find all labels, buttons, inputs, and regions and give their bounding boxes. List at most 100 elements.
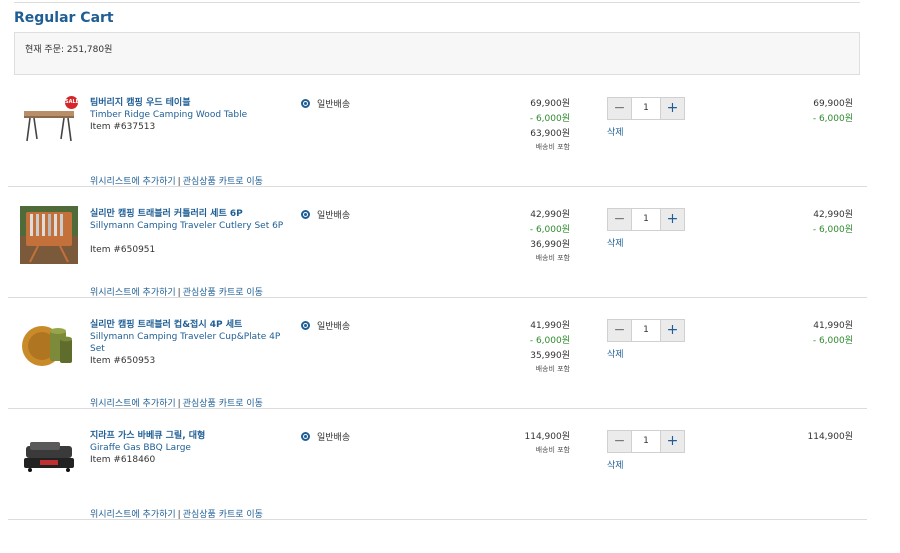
link-separator: | [177, 177, 181, 187]
unit-final-price: 36,990원 [530, 240, 570, 250]
delete-item-link[interactable]: 삭제 [607, 347, 624, 360]
item-number: Item #637513 [90, 122, 156, 132]
product-name-en[interactable]: Sillymann Camping Traveler Cutlery Set 6… [90, 220, 290, 232]
line-total-block: 41,990원 - 6,000원 [813, 319, 853, 349]
decrease-quantity-button[interactable]: − [608, 209, 631, 230]
quantity-value[interactable]: 1 [631, 209, 661, 230]
shipping-included-note: 배송비 포함 [535, 446, 570, 454]
radio-selected-icon[interactable] [301, 432, 310, 441]
unit-discount: - 6,000원 [529, 114, 570, 124]
sale-badge-icon: SALE [65, 96, 79, 109]
unit-price-block: 69,900원 - 6,000원 63,900원배송비 포함 [530, 97, 570, 153]
cart-item: 실리만 캠핑 트래블러 컵&접시 4P 세트 Sillymann Camping … [8, 298, 867, 409]
shipping-included-note: 배송비 포함 [535, 365, 570, 373]
unit-price: 114,900원 [524, 432, 571, 442]
product-image-cutlery[interactable] [20, 206, 78, 264]
quantity-value[interactable]: 1 [631, 320, 661, 341]
quantity-stepper[interactable]: −1 + [607, 319, 685, 342]
item-links: 위시리스트에 추가하기 | 관심상품 카트로 이동 [90, 507, 263, 520]
decrease-quantity-button[interactable]: − [608, 431, 631, 452]
item-links: 위시리스트에 추가하기 | 관심상품 카트로 이동 [90, 396, 263, 409]
decrease-quantity-button[interactable]: − [608, 320, 631, 341]
quantity-value[interactable]: 1 [631, 98, 661, 119]
shipping-option[interactable]: 일반배송 [301, 430, 350, 443]
unit-final-price: 35,990원 [530, 351, 570, 361]
move-to-saved-cart-link[interactable]: 관심상품 카트로 이동 [183, 288, 263, 298]
move-to-saved-cart-link[interactable]: 관심상품 카트로 이동 [183, 510, 263, 520]
shipping-included-note: 배송비 포함 [535, 254, 570, 262]
line-total-block: 42,990원 - 6,000원 [813, 208, 853, 238]
cart-item-list: SALE 팀버리지 캠핑 우드 테이블 Timber Ridge Camping W… [0, 76, 900, 520]
unit-price: 42,990원 [530, 210, 570, 220]
unit-price: 41,990원 [530, 321, 570, 331]
delete-item-link[interactable]: 삭제 [607, 236, 624, 249]
unit-price: 69,900원 [530, 99, 570, 109]
current-order-text: 현재 주문: 251,780원 [25, 45, 113, 55]
product-name-ko[interactable]: 실리만 캠핑 트래블러 컵&접시 4P 세트 [90, 319, 290, 331]
current-order-box: 현재 주문: 251,780원 [14, 32, 860, 75]
line-total-discount: - 6,000원 [812, 336, 853, 346]
cart-item: 실리만 캠핑 트래블러 커틀러리 세트 6P Sillymann Camping … [8, 187, 867, 298]
line-total-price: 42,990원 [813, 210, 853, 220]
line-total-price: 41,990원 [813, 321, 853, 331]
product-name-ko[interactable]: 팀버리지 캠핑 우드 테이블 [90, 97, 290, 109]
product-name-ko[interactable]: 실리만 캠핑 트래블러 커틀러리 세트 6P [90, 208, 290, 220]
quantity-stepper[interactable]: −1 + [607, 208, 685, 231]
shipping-option[interactable]: 일반배송 [301, 208, 350, 221]
unit-discount: - 6,000원 [529, 336, 570, 346]
shipping-option[interactable]: 일반배송 [301, 97, 350, 110]
cart-item: 지라프 가스 바베큐 그릴, 대형 Giraffe Gas BBQ Large It… [8, 409, 867, 520]
line-total-price: 114,900원 [807, 432, 854, 442]
move-to-saved-cart-link[interactable]: 관심상품 카트로 이동 [183, 177, 263, 187]
radio-selected-icon[interactable] [301, 99, 310, 108]
shipping-option-label: 일반배송 [317, 100, 351, 110]
shipping-option-label: 일반배송 [317, 211, 351, 221]
link-separator: | [177, 399, 181, 409]
delete-item-link[interactable]: 삭제 [607, 458, 624, 471]
quantity-stepper[interactable]: −1 + [607, 430, 685, 453]
product-name-en[interactable]: Giraffe Gas BBQ Large [90, 442, 290, 454]
item-number: Item #618460 [90, 455, 156, 465]
add-to-wishlist-link[interactable]: 위시리스트에 추가하기 [90, 510, 176, 520]
unit-price-block: 41,990원 - 6,000원 35,990원배송비 포함 [530, 319, 570, 375]
radio-selected-icon[interactable] [301, 210, 310, 219]
unit-discount: - 6,000원 [529, 225, 570, 235]
line-total-discount: - 6,000원 [812, 114, 853, 124]
add-to-wishlist-link[interactable]: 위시리스트에 추가하기 [90, 177, 176, 187]
cart-item: SALE 팀버리지 캠핑 우드 테이블 Timber Ridge Camping W… [8, 76, 867, 187]
product-name-en[interactable]: Sillymann Camping Traveler Cup&Plate 4P … [90, 331, 290, 355]
shipping-option-label: 일반배송 [317, 322, 351, 332]
product-name-ko[interactable]: 지라프 가스 바베큐 그릴, 대형 [90, 430, 290, 442]
cart-title: Regular Cart [14, 10, 114, 26]
item-number: Item #650951 [90, 245, 156, 255]
item-links: 위시리스트에 추가하기 | 관심상품 카트로 이동 [90, 285, 263, 298]
unit-final-price: 63,900원 [530, 129, 570, 139]
move-to-saved-cart-link[interactable]: 관심상품 카트로 이동 [183, 399, 263, 409]
top-divider [14, 2, 860, 3]
shipping-option[interactable]: 일반배송 [301, 319, 350, 332]
item-links: 위시리스트에 추가하기 | 관심상품 카트로 이동 [90, 174, 263, 187]
product-image-grill[interactable] [20, 428, 78, 486]
quantity-value[interactable]: 1 [631, 431, 661, 452]
add-to-wishlist-link[interactable]: 위시리스트에 추가하기 [90, 288, 176, 298]
decrease-quantity-button[interactable]: − [608, 98, 631, 119]
line-total-block: 69,900원 - 6,000원 [813, 97, 853, 127]
increase-quantity-button[interactable]: + [661, 431, 684, 452]
increase-quantity-button[interactable]: + [661, 209, 684, 230]
product-image-cups[interactable] [20, 317, 78, 375]
increase-quantity-button[interactable]: + [661, 98, 684, 119]
link-separator: | [177, 288, 181, 298]
radio-selected-icon[interactable] [301, 321, 310, 330]
shipping-included-note: 배송비 포함 [535, 143, 570, 151]
item-number: Item #650953 [90, 356, 156, 366]
shipping-option-label: 일반배송 [317, 433, 351, 443]
delete-item-link[interactable]: 삭제 [607, 125, 624, 138]
link-separator: | [177, 510, 181, 520]
add-to-wishlist-link[interactable]: 위시리스트에 추가하기 [90, 399, 176, 409]
unit-price-block: 114,900원배송비 포함 [525, 430, 571, 456]
quantity-stepper[interactable]: −1 + [607, 97, 685, 120]
product-name-en[interactable]: Timber Ridge Camping Wood Table [90, 109, 290, 121]
line-total-discount: - 6,000원 [812, 225, 853, 235]
line-total-price: 69,900원 [813, 99, 853, 109]
increase-quantity-button[interactable]: + [661, 320, 684, 341]
